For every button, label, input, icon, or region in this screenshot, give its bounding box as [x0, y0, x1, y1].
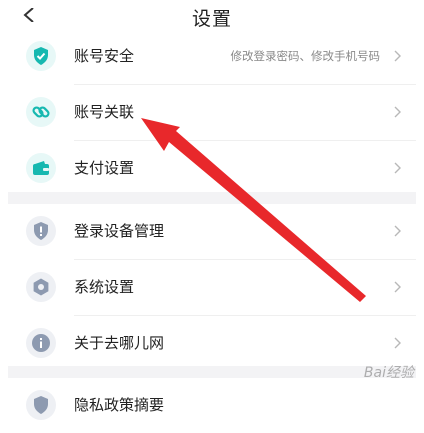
red-annotation-arrow-icon	[141, 118, 366, 302]
